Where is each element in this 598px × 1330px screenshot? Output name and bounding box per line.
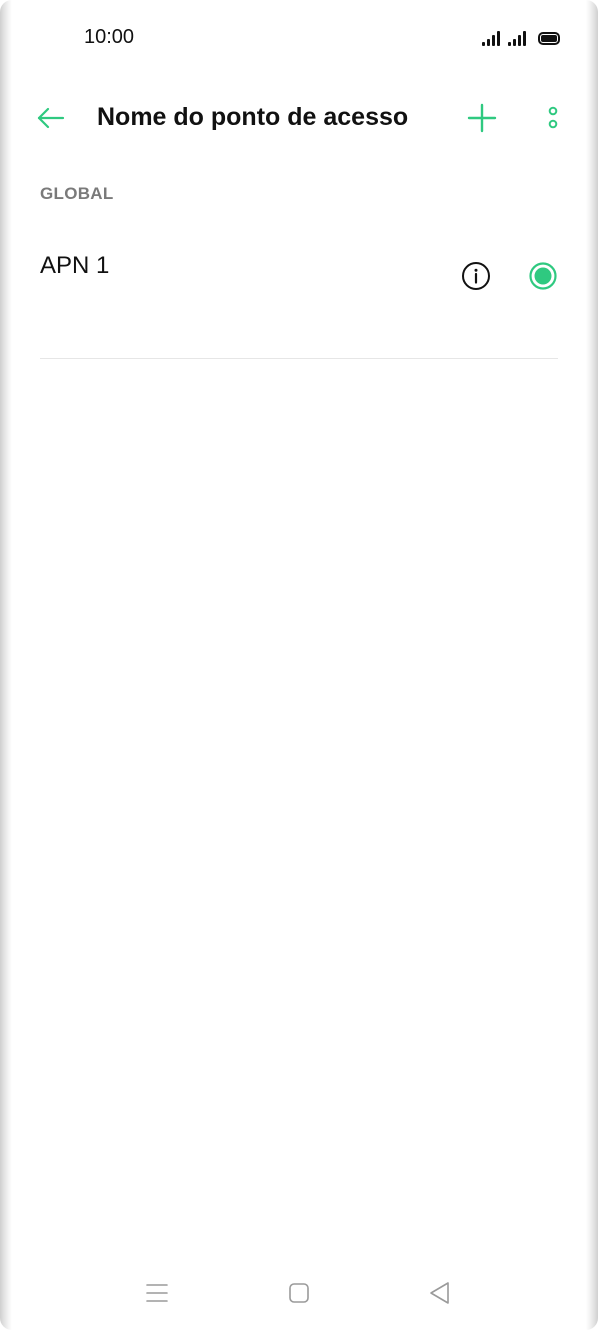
toolbar: Nome do ponto de acesso (0, 88, 598, 148)
page-title: Nome do ponto de acesso (97, 103, 409, 131)
divider (40, 358, 558, 359)
status-icons (482, 28, 560, 46)
info-icon[interactable] (461, 261, 491, 291)
navigation-bar (0, 1272, 598, 1316)
arrow-left-icon[interactable] (34, 102, 66, 134)
status-bar: 10:00 (0, 22, 598, 56)
signal-icon (482, 30, 500, 46)
status-time: 10:00 (84, 26, 135, 48)
more-vertical-icon[interactable] (542, 102, 564, 134)
battery-icon (538, 32, 560, 45)
section-header-global: GLOBAL (40, 184, 114, 203)
apn-name: APN 1 (40, 252, 110, 279)
home-icon[interactable] (286, 1280, 312, 1306)
radio-selected-icon[interactable] (528, 261, 558, 291)
device-edge-right (586, 0, 598, 1330)
list-item-apn[interactable]: APN 1 (0, 230, 598, 360)
back-triangle-icon[interactable] (426, 1280, 454, 1306)
menu-icon[interactable] (144, 1280, 170, 1306)
plus-icon[interactable] (466, 102, 498, 134)
device-edge-left (0, 0, 12, 1330)
signal-icon (508, 30, 526, 46)
